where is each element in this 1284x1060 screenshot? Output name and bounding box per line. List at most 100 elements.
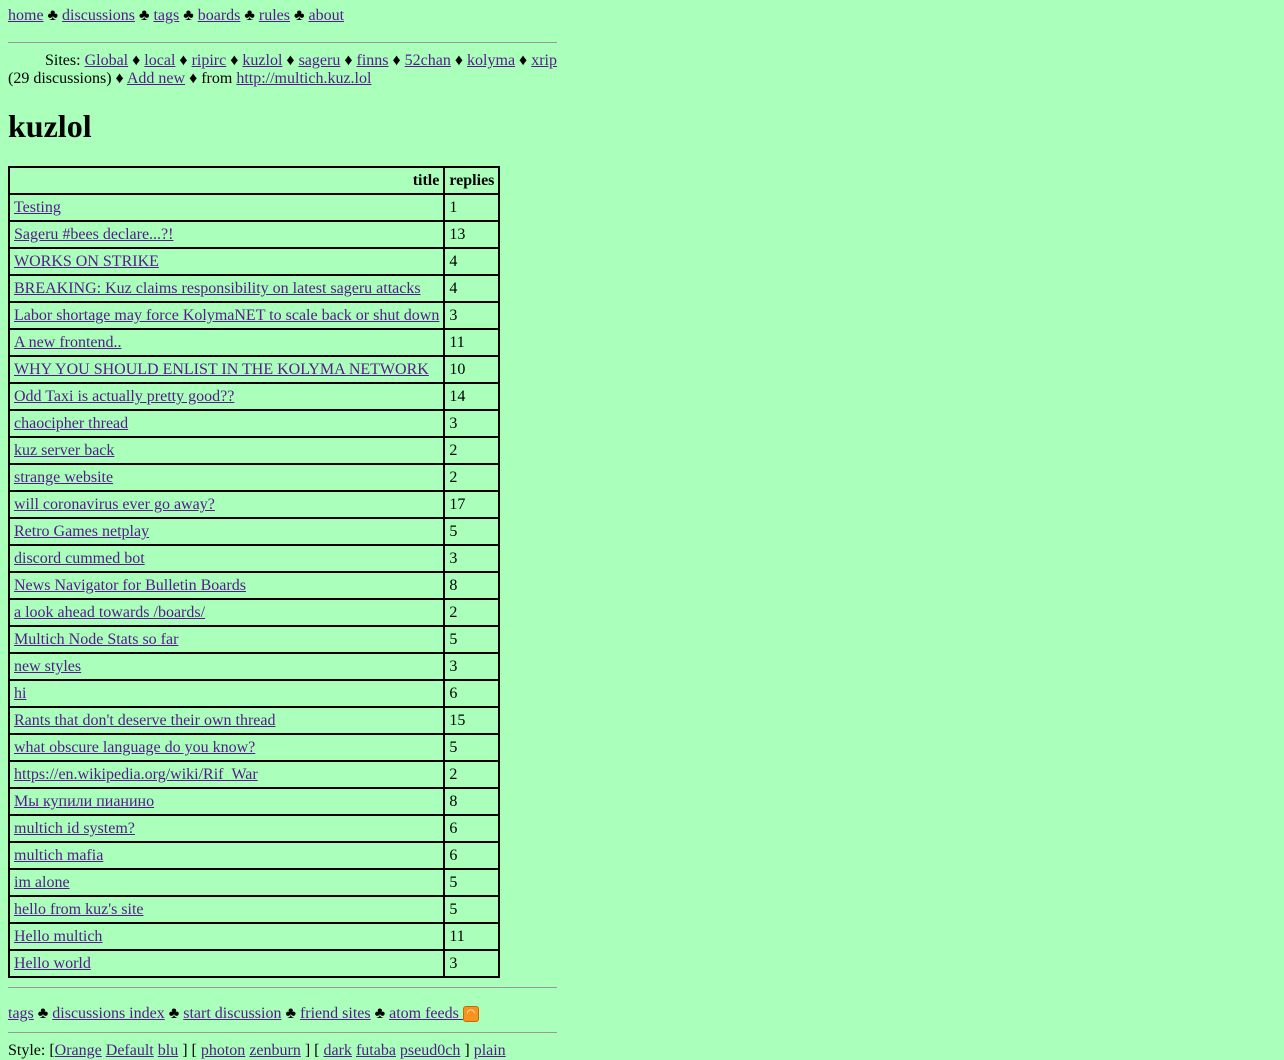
replies-cell: 8 <box>444 572 500 599</box>
discussion-title-link[interactable]: Testing <box>14 199 61 216</box>
site-link-global[interactable]: Global <box>85 52 129 69</box>
page-title: kuzlol <box>8 108 92 144</box>
replies-cell: 14 <box>444 383 500 410</box>
nav-rules-link[interactable]: rules <box>259 7 290 24</box>
replies-cell: 6 <box>444 842 500 869</box>
table-row: multich mafia 6 <box>9 842 500 869</box>
discussion-title-link[interactable]: what obscure language do you know? <box>14 739 255 756</box>
discussion-title-link[interactable]: Sageru #bees declare...?! <box>14 226 173 243</box>
discussion-title-link[interactable]: WORKS ON STRIKE <box>14 253 159 270</box>
style-default-link[interactable]: Default <box>106 1042 154 1059</box>
site-link-sageru[interactable]: sageru <box>299 52 341 69</box>
nav-separator: ♣ <box>47 7 59 24</box>
discussion-title-link[interactable]: Labor shortage may force KolymaNET to sc… <box>14 307 439 324</box>
discussion-title-link[interactable]: A new frontend.. <box>14 334 122 351</box>
title-cell: Rants that don't deserve their own threa… <box>9 707 445 734</box>
title-cell: Testing <box>9 194 445 221</box>
style-plain-link[interactable]: plain <box>474 1042 506 1059</box>
style-blu-link[interactable]: blu <box>158 1042 178 1059</box>
site-link-finns[interactable]: finns <box>357 52 389 69</box>
replies-cell: 1 <box>444 194 500 221</box>
discussion-title-link[interactable]: Hello multich <box>14 928 102 945</box>
title-cell: chaocipher thread <box>9 410 445 437</box>
discussion-title-link[interactable]: im alone <box>14 874 70 891</box>
replies-cell: 13 <box>444 221 500 248</box>
discussion-title-link[interactable]: multich id system? <box>14 820 135 837</box>
replies-cell: 3 <box>444 302 500 329</box>
discussion-title-link[interactable]: Odd Taxi is actually pretty good?? <box>14 388 234 405</box>
replies-cell: 15 <box>444 707 500 734</box>
style-futaba-link[interactable]: futaba <box>356 1042 396 1059</box>
table-row: WHY YOU SHOULD ENLIST IN THE KOLYMA NETW… <box>9 356 500 383</box>
discussion-title-link[interactable]: strange website <box>14 469 113 486</box>
discussion-title-link[interactable]: Мы купили пианино <box>14 793 154 810</box>
nav-home-link[interactable]: home <box>8 7 44 24</box>
site-link-local[interactable]: local <box>144 52 175 69</box>
discussion-count: (29 discussions) ♦ <box>8 70 124 87</box>
discussion-title-link[interactable]: Hello world <box>14 955 91 972</box>
footer-friend-sites-link[interactable]: friend sites <box>300 1005 371 1022</box>
discussion-title-link[interactable]: will coronavirus ever go away? <box>14 496 215 513</box>
divider <box>8 987 557 988</box>
nav-boards-link[interactable]: boards <box>198 7 241 24</box>
footer-separator: ♣ <box>374 1005 386 1022</box>
site-link-xrip[interactable]: xrip <box>531 52 557 69</box>
style-zenburn-link[interactable]: zenburn <box>249 1042 301 1059</box>
title-cell: Labor shortage may force KolymaNET to sc… <box>9 302 445 329</box>
title-cell: BREAKING: Kuz claims responsibility on l… <box>9 275 445 302</box>
add-new-link[interactable]: Add new <box>127 70 185 87</box>
discussion-title-link[interactable]: WHY YOU SHOULD ENLIST IN THE KOLYMA NETW… <box>14 361 429 378</box>
style-label: Style: [ <box>8 1042 55 1059</box>
divider <box>8 1032 557 1033</box>
column-header-title: title <box>9 167 445 194</box>
nav-about-link[interactable]: about <box>309 7 345 24</box>
table-row: A new frontend.. 11 <box>9 329 500 356</box>
title-cell: A new frontend.. <box>9 329 445 356</box>
site-link-ripirc[interactable]: ripirc <box>192 52 227 69</box>
discussion-title-link[interactable]: new styles <box>14 658 81 675</box>
title-cell: Retro Games netplay <box>9 518 445 545</box>
site-link-52chan[interactable]: 52chan <box>405 52 451 69</box>
style-dark-link[interactable]: dark <box>324 1042 352 1059</box>
discussion-title-link[interactable]: hello from kuz's site <box>14 901 144 918</box>
title-cell: Odd Taxi is actually pretty good?? <box>9 383 445 410</box>
discussion-title-link[interactable]: Retro Games netplay <box>14 523 149 540</box>
discussion-title-link[interactable]: hi <box>14 685 26 702</box>
discussion-title-link[interactable]: chaocipher thread <box>14 415 128 432</box>
footer-discussions-index-link[interactable]: discussions index <box>52 1005 164 1022</box>
discussion-title-link[interactable]: multich mafia <box>14 847 103 864</box>
site-link-kolyma[interactable]: kolyma <box>467 52 515 69</box>
discussion-title-link[interactable]: News Navigator for Bulletin Boards <box>14 577 246 594</box>
title-cell: hi <box>9 680 445 707</box>
discussion-title-link[interactable]: discord cummed bot <box>14 550 145 567</box>
replies-cell: 6 <box>444 815 500 842</box>
replies-cell: 3 <box>444 410 500 437</box>
rss-icon: ◠ <box>462 1006 479 1022</box>
source-url-link[interactable]: http://multich.kuz.lol <box>236 70 371 87</box>
column-header-replies: replies <box>444 167 500 194</box>
nav-discussions-link[interactable]: discussions <box>62 7 135 24</box>
discussion-title-link[interactable]: Multich Node Stats so far <box>14 631 178 648</box>
discussion-title-link[interactable]: BREAKING: Kuz claims responsibility on l… <box>14 280 421 297</box>
style-pseud0ch-link[interactable]: pseud0ch <box>400 1042 460 1059</box>
discussion-title-link[interactable]: a look ahead towards /boards/ <box>14 604 205 621</box>
style-orange-link[interactable]: Orange <box>55 1042 102 1059</box>
footer-atom-feeds-link[interactable]: atom feeds ◠ <box>389 1005 479 1022</box>
title-cell: News Navigator for Bulletin Boards <box>9 572 445 599</box>
discussion-title-link[interactable]: kuz server back <box>14 442 114 459</box>
replies-cell: 11 <box>444 329 500 356</box>
footer-start-discussion-link[interactable]: start discussion <box>183 1005 281 1022</box>
footer-separator: ♣ <box>285 1005 296 1022</box>
table-row: will coronavirus ever go away? 17 <box>9 491 500 518</box>
site-link-kuzlol[interactable]: kuzlol <box>242 52 282 69</box>
replies-cell: 5 <box>444 869 500 896</box>
footer-tags-link[interactable]: tags <box>8 1005 34 1022</box>
replies-cell: 2 <box>444 464 500 491</box>
replies-cell: 4 <box>444 275 500 302</box>
title-cell: Hello world <box>9 950 445 977</box>
nav-tags-link[interactable]: tags <box>153 7 179 24</box>
style-photon-link[interactable]: photon <box>201 1042 245 1059</box>
discussion-title-link[interactable]: https://en.wikipedia.org/wiki/Rif_War <box>14 766 258 783</box>
replies-cell: 6 <box>444 680 500 707</box>
discussion-title-link[interactable]: Rants that don't deserve their own threa… <box>14 712 275 729</box>
